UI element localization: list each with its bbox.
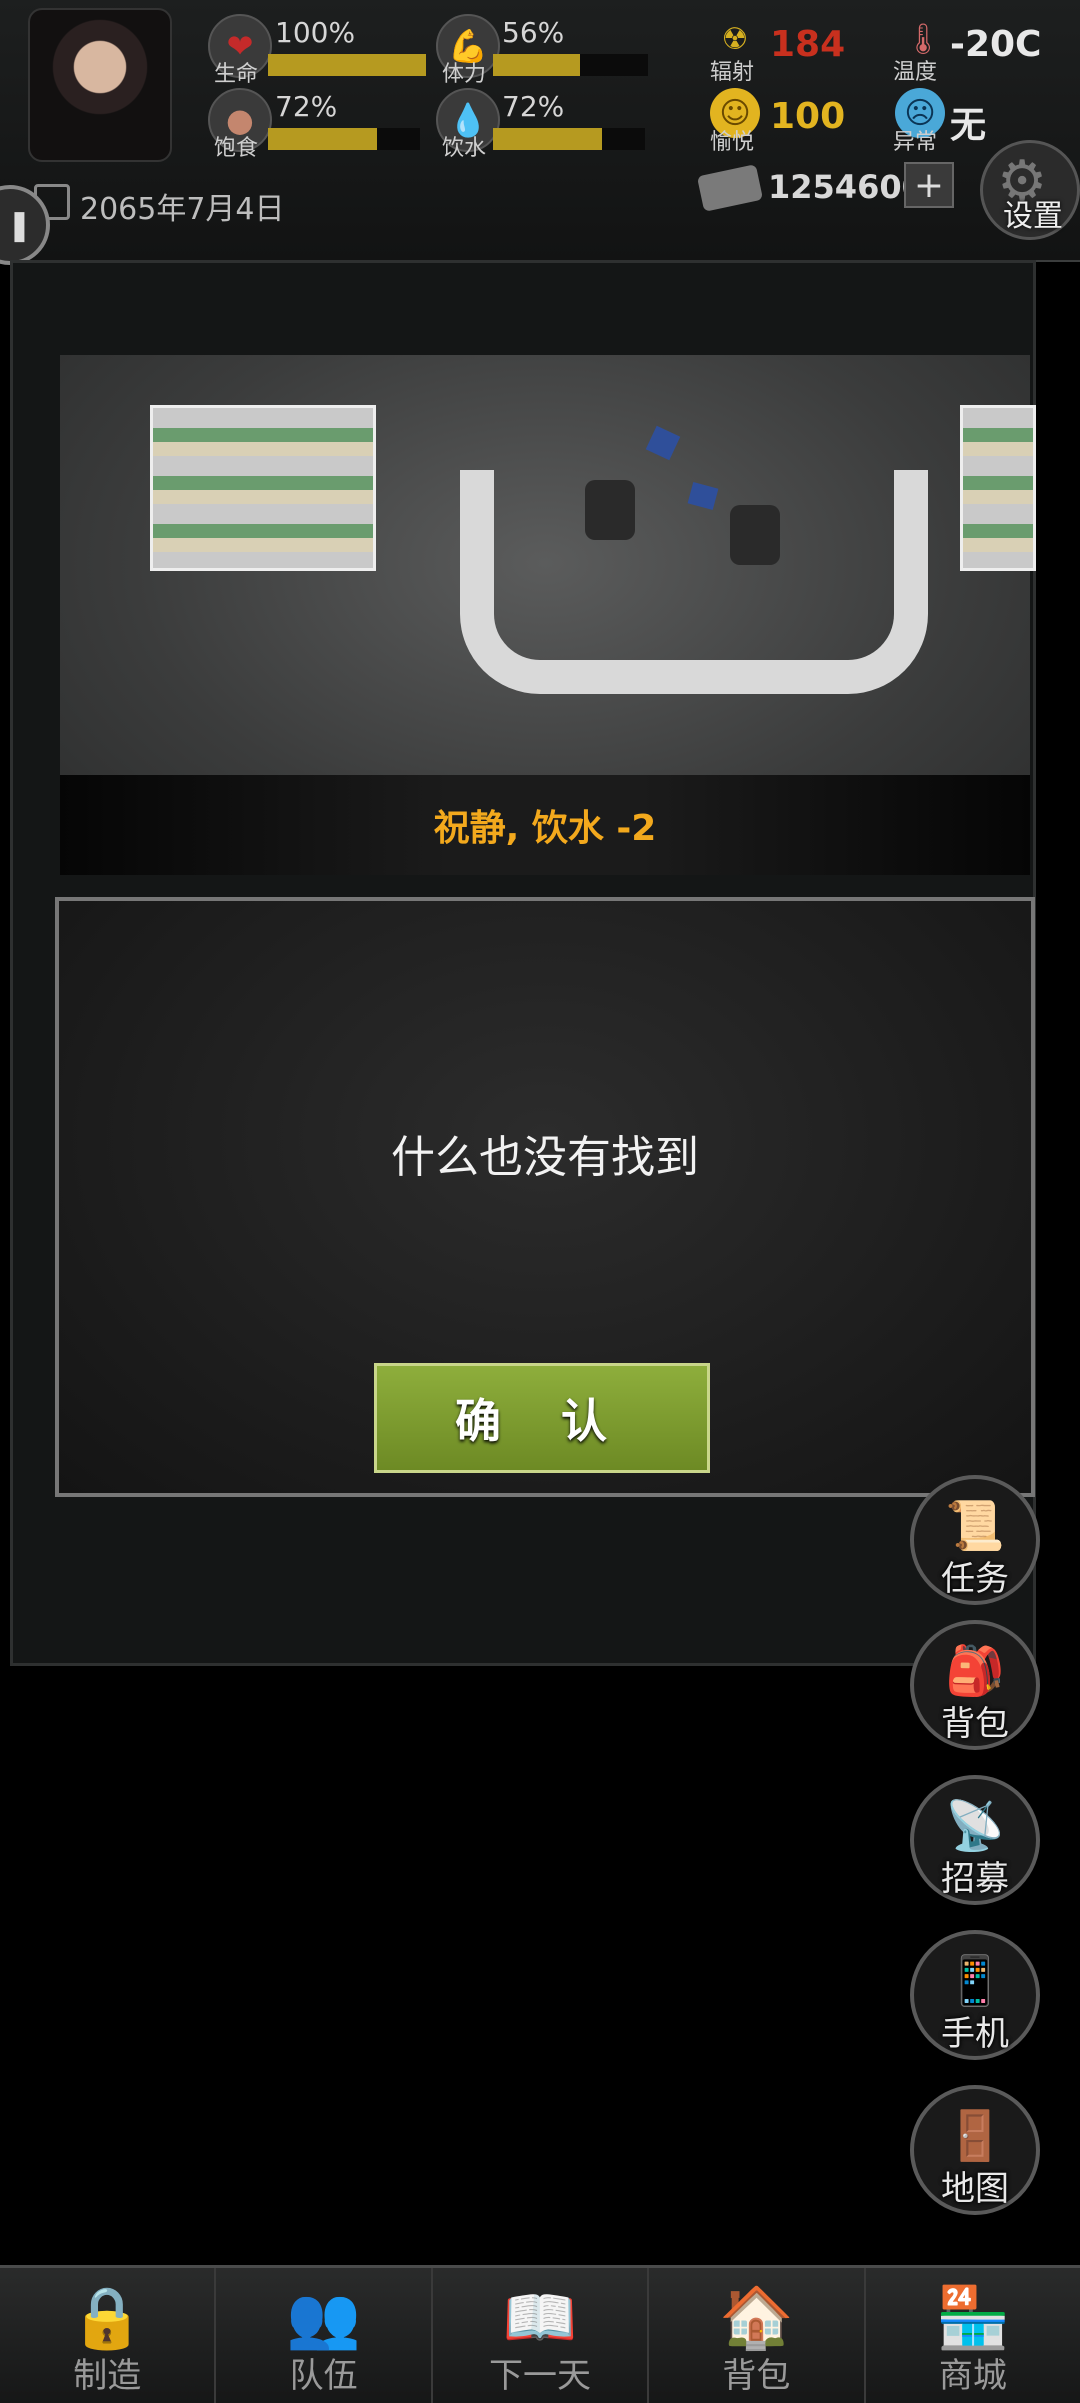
satellite-dish-icon: 📡 bbox=[945, 1798, 1005, 1854]
radiation-value: 184 bbox=[770, 24, 846, 65]
office-chair bbox=[585, 480, 635, 540]
radiation-label: 辐射 bbox=[710, 60, 755, 85]
status-value: 无 bbox=[950, 105, 987, 146]
stamina-bar bbox=[493, 54, 648, 76]
temperature-label: 温度 bbox=[893, 60, 938, 85]
bottom-nav: 🔒 制造 👥 队伍 📖 下一天 🏠 背包 🏪 商城 bbox=[0, 2265, 1080, 2403]
backpack-side-button[interactable]: 🎒 背包 bbox=[910, 1620, 1040, 1750]
nav-team[interactable]: 👥 队伍 bbox=[216, 2268, 433, 2403]
hunger-value: 72% bbox=[275, 90, 338, 123]
map-label: 地图 bbox=[941, 2169, 1009, 2209]
shelf-left[interactable] bbox=[150, 405, 376, 571]
cash-icon bbox=[696, 164, 764, 212]
nav-team-label: 队伍 bbox=[289, 2356, 358, 2396]
phone-icon: 📱 bbox=[945, 1953, 1005, 2009]
quest-label: 任务 bbox=[941, 1559, 1009, 1599]
door-exit-icon: 🚪 bbox=[945, 2108, 1005, 2164]
player-avatar[interactable] bbox=[28, 8, 172, 162]
recruit-button[interactable]: 📡 招募 bbox=[910, 1775, 1040, 1905]
book-icon: 📖 bbox=[502, 2283, 578, 2353]
settings-button[interactable]: ⚙ 设置 bbox=[980, 140, 1080, 240]
nav-craft[interactable]: 🔒 制造 bbox=[0, 2268, 217, 2403]
event-notification: 祝静, 饮水 -2 bbox=[60, 775, 1030, 875]
water-label: 饮水 bbox=[442, 136, 487, 161]
temperature-value: -20C bbox=[950, 24, 1042, 65]
money-value: 1254600 bbox=[768, 168, 924, 206]
mood-value: 100 bbox=[770, 96, 846, 137]
result-dialog: 什么也没有找到 确 认 bbox=[55, 897, 1035, 1497]
nav-shop-label: 商城 bbox=[938, 2356, 1007, 2396]
nav-craft-label: 制造 bbox=[73, 2356, 142, 2396]
health-bar bbox=[268, 54, 426, 76]
backpack-side-label: 背包 bbox=[941, 1704, 1009, 1744]
game-date: 2065年7月4日 bbox=[80, 192, 285, 227]
nav-backpack[interactable]: 🏠 背包 bbox=[649, 2268, 866, 2403]
office-chair bbox=[730, 505, 780, 565]
team-icon: 👥 bbox=[286, 2283, 361, 2353]
phone-button[interactable]: 📱 手机 bbox=[910, 1930, 1040, 2060]
shelf-right[interactable] bbox=[960, 405, 1036, 571]
recruit-label: 招募 bbox=[941, 1859, 1009, 1899]
status-label: 异常 bbox=[893, 130, 938, 155]
water-bar-fill bbox=[493, 128, 603, 150]
shop-icon: 🏪 bbox=[935, 2283, 1011, 2353]
water-value: 72% bbox=[502, 90, 565, 123]
hunger-bar-fill bbox=[268, 128, 378, 150]
stamina-label: 体力 bbox=[442, 62, 487, 87]
phone-label: 手机 bbox=[941, 2014, 1009, 2054]
pause-icon: ❚❚ bbox=[0, 207, 32, 243]
notification-text: 祝静, 饮水 -2 bbox=[433, 808, 657, 849]
backpack-icon: 🎒 bbox=[945, 1643, 1005, 1699]
hunger-bar bbox=[268, 128, 420, 150]
health-value: 100% bbox=[275, 16, 356, 49]
mood-label: 愉悦 bbox=[710, 130, 755, 155]
settings-label: 设置 bbox=[1003, 199, 1063, 234]
stamina-bar-fill bbox=[493, 54, 580, 76]
stamina-value: 56% bbox=[502, 16, 565, 49]
hunger-label: 饱食 bbox=[214, 136, 259, 161]
nav-next-day[interactable]: 📖 下一天 bbox=[433, 2268, 650, 2403]
map-button[interactable]: 🚪 地图 bbox=[910, 2085, 1040, 2215]
health-bar-fill bbox=[268, 54, 426, 76]
water-bar bbox=[493, 128, 645, 150]
house-icon: 🏠 bbox=[719, 2283, 794, 2353]
nav-backpack-label: 背包 bbox=[722, 2356, 791, 2396]
scroll-icon: 📜 bbox=[945, 1498, 1005, 1554]
health-label: 生命 bbox=[214, 62, 259, 87]
nav-next-day-label: 下一天 bbox=[489, 2356, 592, 2396]
dialog-message: 什么也没有找到 bbox=[391, 1132, 699, 1183]
add-money-button[interactable]: + bbox=[904, 162, 954, 208]
quest-button[interactable]: 📜 任务 bbox=[910, 1475, 1040, 1605]
tools-lock-icon: 🔒 bbox=[69, 2283, 145, 2353]
nav-shop[interactable]: 🏪 商城 bbox=[866, 2268, 1080, 2403]
status-hud: ❤ 100% 生命 💪 56% 体力 ● 72% 饱食 💧 72% 饮水 ☢ 辐… bbox=[0, 0, 1080, 262]
confirm-button[interactable]: 确 认 bbox=[374, 1363, 710, 1473]
